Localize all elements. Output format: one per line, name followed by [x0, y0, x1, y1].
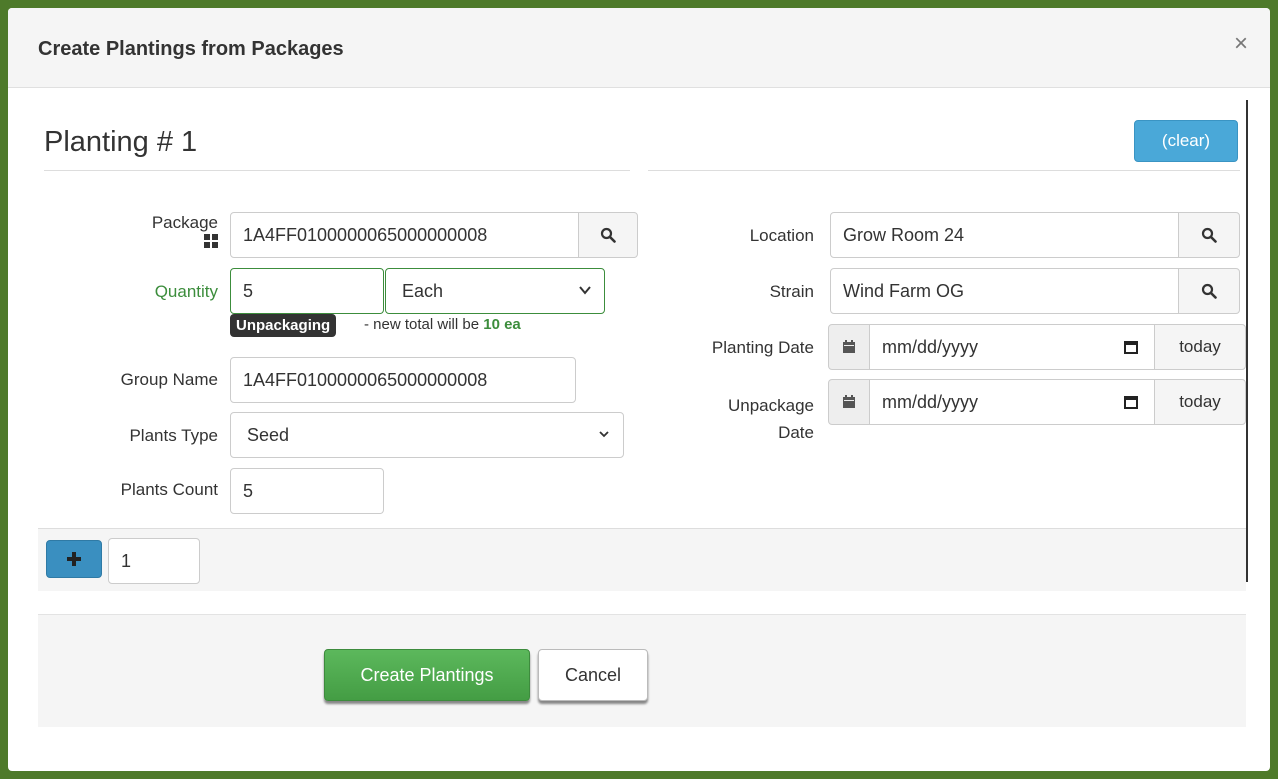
- planting-date-calendar-addon: [828, 324, 870, 370]
- unpackage-date-placeholder: mm/dd/yyyy: [882, 391, 979, 412]
- strain-search-button[interactable]: [1178, 268, 1240, 314]
- add-planting-strip: [38, 528, 1246, 591]
- quantity-input[interactable]: 5: [230, 268, 384, 314]
- planting-panel: Planting # 1 (clear) Package 1A4FF010000…: [38, 100, 1248, 591]
- unpackage-date-input[interactable]: mm/dd/yyyy: [869, 379, 1155, 425]
- unpackaging-badge: Unpackaging: [230, 314, 337, 337]
- chevron-down-icon: [579, 286, 591, 295]
- unpackage-date-today-button[interactable]: today: [1154, 379, 1246, 425]
- search-icon: [1201, 283, 1217, 299]
- create-plantings-button[interactable]: Create Plantings: [324, 649, 530, 701]
- search-icon: [600, 227, 616, 243]
- calendar-picker-icon[interactable]: [1124, 340, 1138, 354]
- location-input[interactable]: Grow Room 24: [830, 212, 1180, 258]
- unpackage-date-calendar-addon: [828, 379, 870, 425]
- unpackaging-note: - new total will be 10 ea: [364, 316, 521, 333]
- group-name-input[interactable]: 1A4FF0100000065000000008: [230, 357, 576, 403]
- unpackage-date-label: Unpackage Date: [638, 392, 814, 446]
- chevron-down-icon: [599, 431, 609, 438]
- plus-icon: [67, 552, 81, 566]
- plants-type-select[interactable]: Seed: [230, 412, 624, 458]
- planting-date-input[interactable]: mm/dd/yyyy: [869, 324, 1155, 370]
- modal-header: Create Plantings from Packages ×: [8, 8, 1270, 88]
- unpackage-date-label-line2: Date: [778, 423, 814, 442]
- quantity-unit-value: Each: [402, 280, 444, 301]
- package-label: Package: [108, 214, 218, 252]
- unpackage-date-label-line1: Unpackage: [727, 396, 814, 415]
- planting-date-label: Planting Date: [711, 338, 814, 357]
- location-search-button[interactable]: [1178, 212, 1240, 258]
- unpackaging-note-value: 10 ea: [483, 316, 521, 333]
- add-planting-button[interactable]: [46, 540, 102, 578]
- plants-type-value: Seed: [247, 424, 290, 445]
- planting-date-placeholder: mm/dd/yyyy: [882, 336, 979, 357]
- create-plantings-modal: Create Plantings from Packages × Plantin…: [8, 8, 1270, 771]
- search-icon: [1201, 227, 1217, 243]
- close-icon[interactable]: ×: [1234, 32, 1248, 56]
- calendar-picker-icon[interactable]: [1124, 395, 1138, 409]
- planting-title: Planting # 1: [44, 126, 198, 158]
- group-name-label: Group Name: [120, 370, 218, 389]
- calendar-icon: [843, 395, 855, 408]
- plants-count-input[interactable]: 5: [230, 468, 384, 514]
- planting-date-today-button[interactable]: today: [1154, 324, 1246, 370]
- strain-input[interactable]: Wind Farm OG: [830, 268, 1180, 314]
- quantity-unit-select[interactable]: Each: [385, 268, 605, 314]
- package-search-button[interactable]: [578, 212, 638, 258]
- divider: [44, 170, 630, 171]
- divider: [648, 170, 1240, 171]
- quantity-label: Quantity: [154, 282, 218, 301]
- plants-type-label: Plants Type: [129, 426, 218, 445]
- unpackaging-note-prefix: - new total will be: [364, 316, 480, 333]
- location-label: Location: [749, 226, 814, 245]
- barcode-grid-icon: [204, 234, 218, 248]
- modal-title: Create Plantings from Packages: [38, 38, 344, 60]
- package-label-text: Package: [151, 213, 218, 232]
- package-input[interactable]: 1A4FF0100000065000000008: [230, 212, 580, 258]
- plants-count-label: Plants Count: [120, 480, 218, 499]
- cancel-button[interactable]: Cancel: [538, 649, 648, 701]
- strain-label: Strain: [769, 282, 814, 301]
- modal-footer: Create Plantings Cancel: [38, 614, 1246, 727]
- clear-button[interactable]: (clear): [1134, 120, 1238, 162]
- add-count-input[interactable]: 1: [108, 538, 200, 584]
- calendar-icon: [843, 340, 855, 353]
